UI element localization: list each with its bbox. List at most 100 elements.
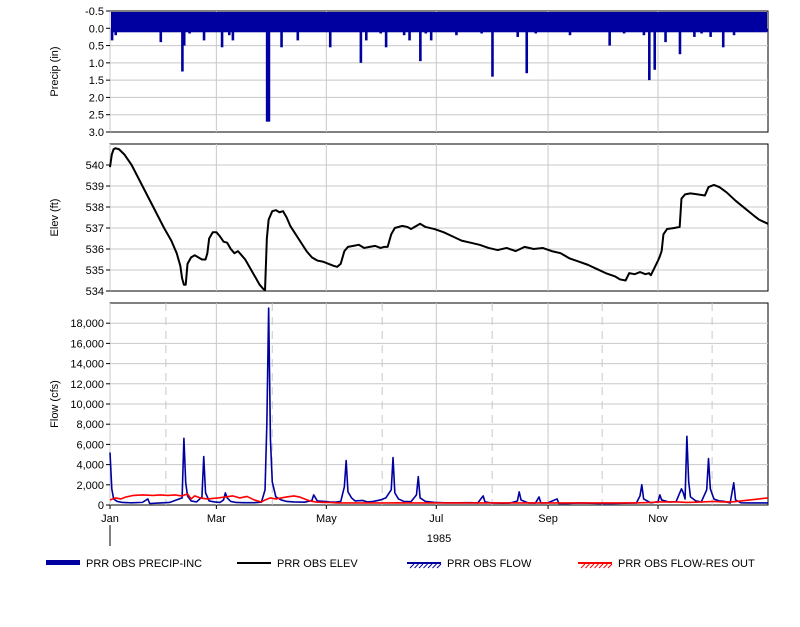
flow-y-tick-label: 18,000 (70, 318, 104, 330)
precip-bar (402, 28, 406, 36)
precip-bar (525, 28, 529, 74)
legend-item: PRR OBS ELEV (237, 558, 358, 570)
legend-hatch (580, 563, 586, 569)
precip-bar (238, 28, 242, 32)
precip-bar (231, 28, 235, 41)
legend-hatch (598, 563, 604, 569)
precip-bar (608, 28, 611, 46)
precip-bar (429, 28, 433, 41)
flow-y-tick-label: 6,000 (76, 439, 104, 451)
flow-y-tick-label: 16,000 (70, 338, 104, 350)
precip-bar (114, 28, 118, 36)
legend-hatch (427, 563, 433, 569)
precip-y-tick-label: 3.0 (89, 127, 104, 139)
x-axis: 1985 Jan Mar May Jul Sep Nov (101, 505, 668, 546)
precip-bar (372, 28, 375, 32)
precip-bar (505, 28, 509, 32)
precip-bar (700, 28, 703, 34)
precip-bar (685, 28, 689, 32)
flow-y-tick-label: 2,000 (76, 480, 104, 492)
precip-bar (379, 28, 383, 34)
precip-bar (568, 28, 572, 36)
elev-y-tick-label: 539 (86, 181, 104, 193)
precip-bar (721, 28, 725, 48)
precip-bar (188, 28, 191, 34)
precip-bar (424, 28, 428, 34)
flow-y-tick-label: 8,000 (76, 419, 104, 431)
precip-bar (411, 28, 415, 32)
x-tick-label: Jul (429, 513, 443, 525)
precip-bar (213, 28, 217, 32)
precip-bar (348, 28, 352, 32)
x-tick-label: Mar (207, 513, 226, 525)
precip-bar (408, 28, 411, 41)
precip-panel: -0.5 0.0 0.5 1.0 1.5 2.0 2.5 3.0 Precip (in) (49, 6, 769, 139)
legend-item: PRR OBS FLOW-RES OUT (578, 558, 755, 570)
precip-bar (648, 28, 651, 81)
precip-bar (339, 28, 343, 32)
precip-bar (182, 28, 186, 46)
legend-hatch (589, 563, 595, 569)
legend-hatch (594, 563, 599, 569)
precip-bar (303, 28, 307, 32)
flow-panel: 0 2,000 4,000 6,000 8,000 10,000 12,000 14,000 1… (49, 302, 769, 512)
precip-bar (267, 28, 271, 122)
precip-bar (653, 28, 657, 70)
precip-bar (664, 28, 667, 43)
precip-bar (220, 28, 224, 48)
precip-bar (145, 28, 148, 32)
precip-y-tick-label: 1.5 (89, 75, 104, 87)
legend-hatch (432, 563, 437, 569)
elev-y-tick-label: 538 (86, 202, 104, 214)
precip-y-tick-label: 2.5 (89, 110, 104, 122)
precip-bar (296, 28, 300, 41)
legend-hatch (603, 563, 608, 569)
precip-bar (765, 28, 768, 32)
legend-label: PRR OBS FLOW (447, 558, 532, 570)
precip-bar (393, 28, 397, 32)
precip-bar (227, 28, 231, 36)
chart-legend: PRR OBS PRECIP-INC PRR OBS ELEV PRR OBS FL… (46, 558, 755, 570)
precip-bar (384, 28, 388, 48)
precip-bar (534, 28, 538, 34)
precip-bar (465, 28, 469, 32)
flow-y-tick-label: 12,000 (70, 379, 104, 391)
precip-bar (364, 28, 368, 41)
precip-bar (110, 28, 114, 41)
flow-y-tick-label: 0 (98, 500, 104, 512)
precip-bar (354, 28, 357, 32)
precip-bar (159, 28, 163, 43)
precip-bar (118, 28, 121, 32)
precip-bar (168, 28, 172, 32)
legend-item: PRR OBS FLOW (407, 558, 532, 570)
precip-bar (202, 28, 206, 41)
legend-swatch (46, 560, 80, 565)
precip-bar (622, 28, 626, 34)
precip-bar (635, 28, 638, 32)
flow-y-tick-label: 14,000 (70, 359, 104, 371)
precip-bar (642, 28, 646, 36)
precip-bar (310, 28, 314, 32)
precip-bar (321, 28, 325, 32)
precip-bar (491, 28, 494, 77)
legend-hatch (423, 563, 428, 569)
precip-bar (480, 28, 483, 34)
elevation-panel: 534 535 536 537 538 539 540 Elev (ft) (49, 143, 769, 298)
x-axis-label: 1985 (427, 533, 451, 545)
x-tick-label: Sep (538, 513, 558, 525)
elev-y-tick-label: 536 (86, 244, 104, 256)
legend-hatch (607, 563, 613, 569)
precip-bar (289, 28, 292, 32)
legend-hatch (414, 563, 419, 569)
legend-item: PRR OBS PRECIP-INC (46, 558, 202, 570)
flow-y-axis-label: Flow (cfs) (49, 380, 61, 428)
precip-y-tick-label: 0.0 (89, 23, 104, 35)
x-tick-label: May (316, 513, 337, 525)
legend-hatch (409, 563, 415, 569)
legend-label: PRR OBS FLOW-RES OUT (618, 558, 755, 570)
legend-hatch (436, 563, 442, 569)
precip-bar (709, 28, 712, 37)
precip-bar (280, 28, 283, 48)
flow-y-tick-label: 4,000 (76, 460, 104, 472)
elev-y-axis-label: Elev (ft) (49, 199, 61, 237)
